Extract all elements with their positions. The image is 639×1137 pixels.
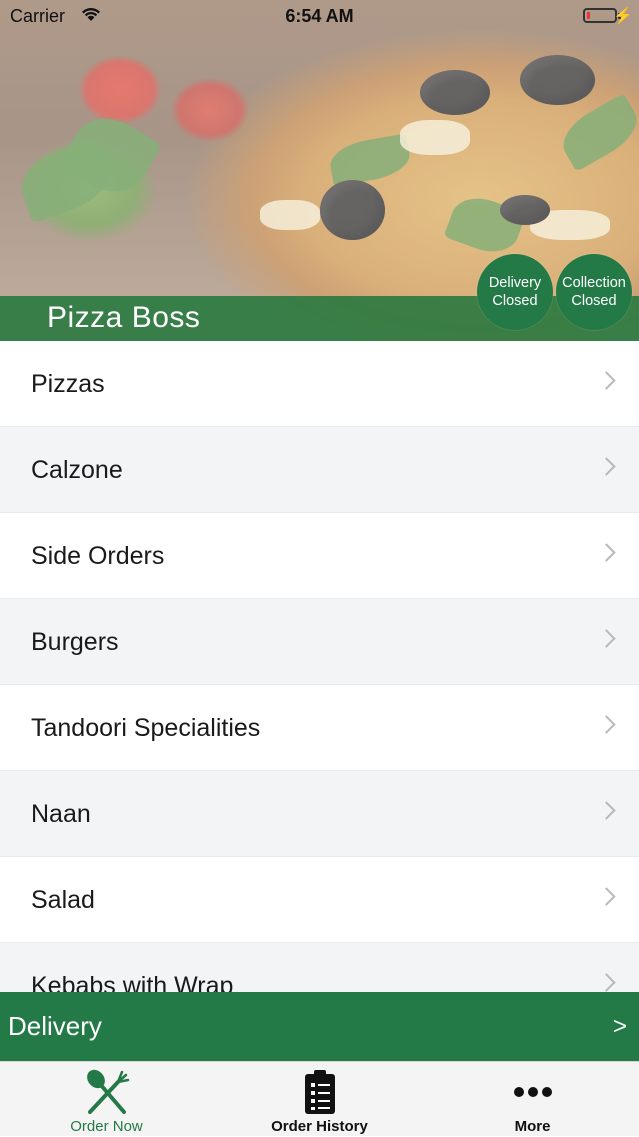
restaurant-name: Pizza Boss (47, 301, 201, 334)
chevron-right-icon (597, 543, 616, 562)
badge-title: Delivery (488, 275, 542, 291)
menu-item-calzone[interactable]: Calzone (0, 427, 639, 513)
badge-status: Closed (492, 293, 538, 309)
chevron-right-icon (597, 801, 616, 820)
chevron-right-icon (597, 457, 616, 476)
tab-bar: Order Now Order History More (0, 1061, 639, 1136)
tab-order-now[interactable]: Order Now (0, 1062, 213, 1137)
badge-title: Collection (562, 275, 626, 291)
menu-item-label: Burgers (31, 628, 119, 656)
tab-label: Order History (271, 1118, 368, 1135)
fork-knife-icon (0, 1068, 213, 1116)
delivery-mode-label: Delivery (8, 1011, 102, 1041)
chevron-right-icon (597, 371, 616, 390)
menu-item-label: Salad (31, 886, 95, 914)
menu-item-label: Tandoori Specialities (31, 714, 261, 742)
menu-item-pizzas[interactable]: Pizzas (0, 341, 639, 427)
menu-item-label: Naan (31, 800, 91, 828)
chevron-right-icon (597, 715, 616, 734)
status-bar: Carrier 6:54 AM ⚡ (0, 0, 639, 34)
menu-item-salad[interactable]: Salad (0, 857, 639, 943)
tab-label: Order Now (70, 1118, 143, 1135)
menu-item-label: Side Orders (31, 542, 165, 570)
delivery-mode-bar[interactable]: Delivery > (0, 992, 639, 1061)
menu-item-side-orders[interactable]: Side Orders (0, 513, 639, 599)
delivery-status-badge: Delivery Closed (477, 254, 553, 330)
chevron-right-icon (597, 629, 616, 648)
menu-item-tandoori-specialities[interactable]: Tandoori Specialities (0, 685, 639, 771)
tab-label: More (514, 1118, 551, 1135)
chevron-right-icon: > (612, 1013, 627, 1040)
more-dots-icon (426, 1068, 639, 1116)
charging-icon: ⚡ (613, 8, 633, 25)
menu-item-burgers[interactable]: Burgers (0, 599, 639, 685)
chevron-right-icon (597, 887, 616, 906)
menu-category-list: Pizzas Calzone Side Orders Burgers Tando… (0, 341, 639, 1029)
status-time: 6:54 AM (285, 6, 354, 26)
collection-status-badge: Collection Closed (556, 254, 632, 330)
clipboard-list-icon (213, 1068, 426, 1116)
chevron-right-icon (597, 973, 616, 992)
menu-item-naan[interactable]: Naan (0, 771, 639, 857)
tab-more[interactable]: More (426, 1062, 639, 1137)
badge-status: Closed (571, 293, 617, 309)
tab-order-history[interactable]: Order History (213, 1062, 426, 1137)
menu-item-label: Calzone (31, 456, 123, 484)
battery-icon (583, 8, 617, 23)
menu-item-label: Pizzas (31, 370, 105, 398)
